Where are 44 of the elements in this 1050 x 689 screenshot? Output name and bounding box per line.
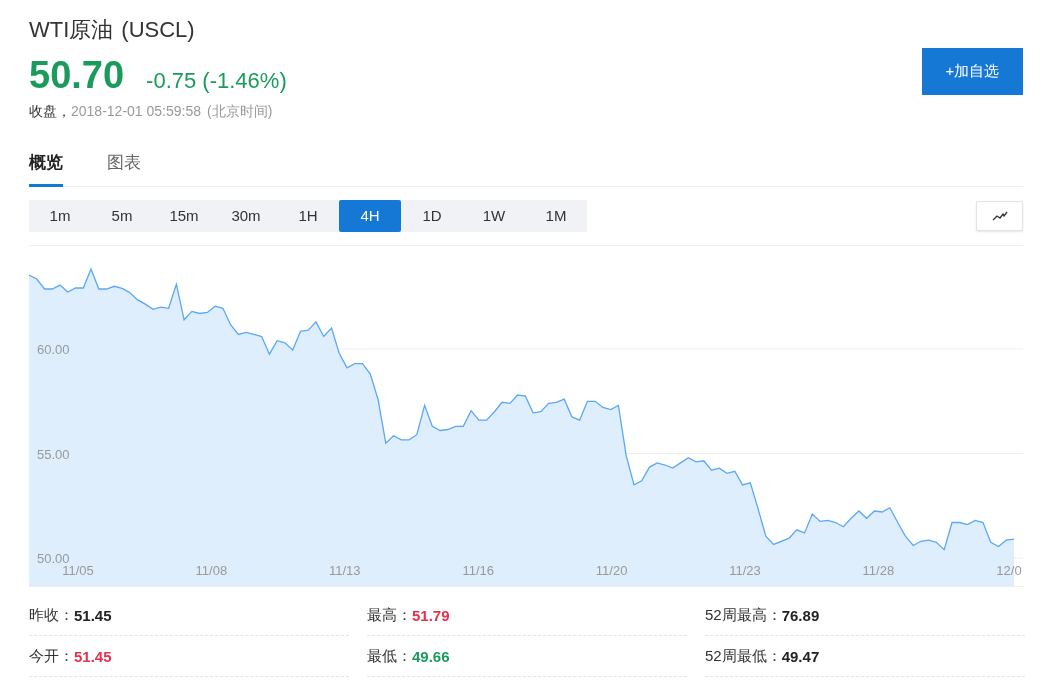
period-button[interactable]: 15m <box>153 199 215 232</box>
chart-type-button[interactable] <box>976 200 1023 231</box>
x-axis-label: 11/16 <box>462 563 494 578</box>
x-axis-label: 11/13 <box>329 563 361 578</box>
period-button[interactable]: 5m <box>91 199 153 232</box>
period-button[interactable]: 1M <box>525 199 587 232</box>
stat-label: 52周最低： <box>705 646 782 666</box>
add-watchlist-button[interactable]: +加自选 <box>922 48 1023 95</box>
stat-label: 最低： <box>367 646 412 666</box>
timezone: (北京时间) <box>207 103 273 121</box>
tab[interactable]: 概览 <box>29 143 63 187</box>
period-button[interactable]: 1m <box>29 199 91 232</box>
instrument-name: WTI原油 <box>29 16 114 44</box>
y-axis-label: 55.00 <box>37 446 70 462</box>
period-button[interactable]: 1H <box>277 199 339 232</box>
x-axis-label: 11/05 <box>62 563 94 578</box>
x-axis-label: 11/08 <box>195 563 228 578</box>
x-axis-label: 11/28 <box>862 563 895 578</box>
x-axis-label: 11/23 <box>729 563 761 578</box>
y-axis-label: 60.00 <box>37 342 70 357</box>
stat-label: 52周最高： <box>705 605 782 625</box>
period-button[interactable]: 1W <box>463 199 525 232</box>
stat-value: 49.66 <box>412 647 450 665</box>
x-axis-label: 11/20 <box>595 563 628 578</box>
stat-label: 昨收： <box>29 605 74 625</box>
period-button[interactable]: 30m <box>215 199 277 232</box>
price: 50.70 <box>29 54 125 97</box>
stat-value: 51.45 <box>74 606 112 624</box>
price-change: -0.75 (-1.46%) <box>146 68 287 94</box>
line-chart-icon <box>991 210 1008 221</box>
stat-label: 最高： <box>367 605 412 625</box>
stat-value: 51.79 <box>412 606 450 624</box>
period-button[interactable]: 1D <box>401 199 463 232</box>
period-button[interactable]: 4H <box>339 199 401 232</box>
stat-value: 51.45 <box>74 647 112 665</box>
stat-value: 76.89 <box>781 606 820 624</box>
instrument-code: (USCL) <box>121 17 195 43</box>
close-label: 收盘， <box>29 103 71 121</box>
stat-label: 今开： <box>29 646 74 666</box>
tab[interactable]: 图表 <box>107 143 141 187</box>
stat-value: 49.47 <box>781 647 820 665</box>
x-axis-label: 12/0 <box>996 563 1022 578</box>
timestamp: 2018-12-01 05:59:58 <box>71 103 201 121</box>
y-axis-label: 50.00 <box>37 551 70 566</box>
